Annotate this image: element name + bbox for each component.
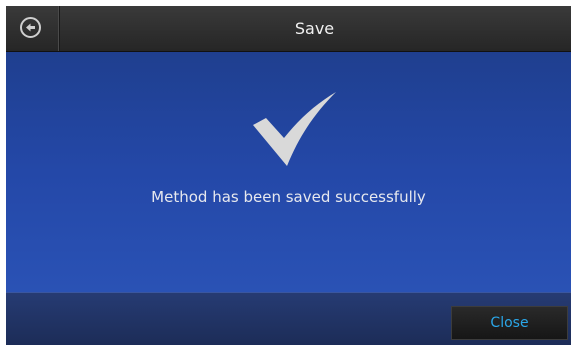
success-message: Method has been saved successfully (151, 188, 426, 206)
title-bar: Save (6, 6, 571, 52)
page-title: Save (294, 19, 335, 38)
action-bar: Close (6, 292, 571, 345)
message-panel: Method has been saved successfully (6, 52, 571, 292)
back-button[interactable] (6, 6, 59, 51)
arrow-left-circle-icon (20, 17, 41, 38)
checkmark-icon (250, 92, 340, 172)
dialog-window: Save Method has been saved successfully … (6, 6, 571, 345)
close-button[interactable]: Close (451, 306, 568, 340)
